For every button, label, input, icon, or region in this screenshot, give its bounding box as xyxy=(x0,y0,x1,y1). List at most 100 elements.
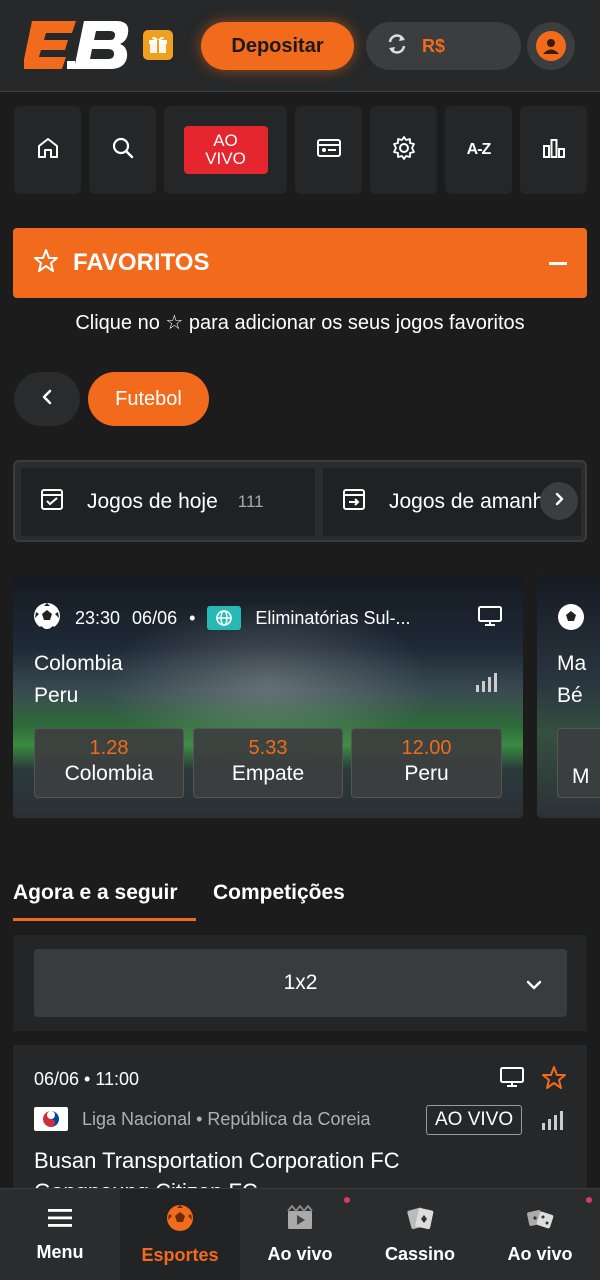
home-button[interactable] xyxy=(14,106,81,194)
tv-icon[interactable] xyxy=(477,604,503,633)
games-tabs: Jogos de hoje 111 Jogos de amanhã xyxy=(13,460,587,542)
back-button[interactable] xyxy=(14,372,80,426)
live-badge-line2: VIVO xyxy=(205,149,246,168)
settings-button[interactable] xyxy=(370,106,437,194)
next-match-card[interactable]: Ma Bé M xyxy=(537,575,600,818)
refresh-icon[interactable] xyxy=(386,33,408,60)
odd-label: Empate xyxy=(231,762,305,785)
user-avatar[interactable] xyxy=(527,22,575,70)
nav-label: Ao vivo xyxy=(267,1244,333,1264)
app-header: Depositar R$ xyxy=(0,0,600,92)
live-badge-line1: AO xyxy=(213,131,238,150)
stats-button[interactable] xyxy=(520,106,587,194)
live-badge: AO VIVO xyxy=(183,126,268,174)
favorites-title: FAVORITOS xyxy=(73,249,210,276)
quick-nav: AO VIVO A-Z xyxy=(0,106,600,194)
tab-count: 111 xyxy=(237,492,264,511)
event-league: Liga Nacional • República da Coreia xyxy=(34,1107,370,1131)
tab-agora-seguir[interactable]: Agora e a seguir xyxy=(13,881,178,905)
home-team: Colombia xyxy=(34,652,123,675)
tv-icon[interactable] xyxy=(499,1065,525,1096)
favorites-hint: Clique no ☆ para adicionar os seus jogos… xyxy=(75,312,525,334)
featured-match-card[interactable]: 23:30 06/06 • Eliminatórias Sul-... Colo… xyxy=(13,575,523,818)
market-filter: 1x2 xyxy=(13,935,587,1031)
menu-icon xyxy=(47,1207,73,1234)
active-tab-indicator xyxy=(13,918,196,921)
live-badge: AO VIVO xyxy=(426,1105,523,1135)
chevron-down-icon xyxy=(525,973,543,997)
odd-value: 12.00 xyxy=(401,737,452,759)
balance-display[interactable]: R$ xyxy=(366,22,521,70)
event-actions xyxy=(499,1065,567,1096)
home-team: Ma xyxy=(557,652,587,675)
az-sports-button[interactable]: A-Z xyxy=(445,106,512,194)
nav-cassino[interactable]: Cassino xyxy=(360,1189,480,1280)
odd-label: Colombia xyxy=(64,762,154,785)
gear-icon xyxy=(391,135,417,166)
live-casino-icon xyxy=(526,1205,554,1236)
currency-label: R$ xyxy=(422,35,446,56)
soccer-ball-icon xyxy=(557,603,585,636)
nav-label: Cassino xyxy=(384,1244,456,1264)
odd-value: 5.33 xyxy=(248,737,288,759)
betslip-button[interactable] xyxy=(295,106,362,194)
korea-flag-icon xyxy=(34,1107,68,1131)
market-select[interactable]: 1x2 xyxy=(34,949,567,1017)
nav-label: Menu xyxy=(36,1242,84,1262)
gift-icon[interactable] xyxy=(143,30,173,60)
live-button[interactable]: AO VIVO xyxy=(164,106,287,194)
odd-button-home[interactable]: M xyxy=(557,728,600,798)
deposit-button[interactable]: Depositar xyxy=(201,22,354,70)
ticket-icon xyxy=(315,136,343,165)
star-icon xyxy=(33,248,59,279)
nav-ao-vivo-cassino[interactable]: Ao vivo xyxy=(480,1189,600,1280)
soccer-ball-icon xyxy=(33,602,61,635)
meta-separator: • xyxy=(189,607,196,628)
sport-chip-futebol[interactable]: Futebol xyxy=(88,372,209,426)
nav-esportes[interactable]: Esportes xyxy=(120,1189,240,1280)
odd-button-draw[interactable]: 5.33 Empate xyxy=(193,728,343,798)
live-video-icon xyxy=(286,1204,314,1236)
chevron-right-icon xyxy=(553,491,565,512)
tab-label: Jogos de hoje xyxy=(87,490,218,513)
odd-button-home[interactable]: 1.28 Colombia xyxy=(34,728,184,798)
market-value: 1x2 xyxy=(283,971,318,994)
signal-bars-icon[interactable] xyxy=(475,671,501,698)
casino-icon xyxy=(406,1205,434,1236)
nav-label: Ao vivo xyxy=(507,1244,573,1264)
scroll-right-button[interactable] xyxy=(540,482,578,520)
nav-ao-vivo[interactable]: Ao vivo xyxy=(240,1189,360,1280)
odd-label: M xyxy=(572,765,590,788)
signal-bars-icon[interactable] xyxy=(541,1109,567,1136)
notification-dot xyxy=(586,1197,592,1203)
odd-button-away[interactable]: 12.00 Peru xyxy=(351,728,502,798)
away-team: Peru xyxy=(34,684,79,707)
nav-label: Esportes xyxy=(141,1245,219,1265)
match-time: 23:30 xyxy=(75,607,121,628)
tab-jogos-hoje[interactable]: Jogos de hoje 111 xyxy=(21,468,315,536)
event-home-team: Busan Transportation Corporation FC xyxy=(34,1148,400,1173)
az-label: A-Z xyxy=(466,141,492,158)
calendar-check-icon xyxy=(39,486,65,518)
user-icon xyxy=(536,31,566,61)
league-name: Liga Nacional • República da Coreia xyxy=(82,1108,371,1129)
collapse-icon[interactable] xyxy=(549,261,567,265)
notification-dot xyxy=(344,1197,350,1203)
nav-menu[interactable]: Menu xyxy=(0,1189,120,1280)
favorites-header[interactable]: FAVORITOS xyxy=(13,228,587,298)
odd-label: Peru xyxy=(404,762,449,785)
soccer-ball-icon xyxy=(166,1204,194,1237)
event-row[interactable]: 06/06 • 11:00 Liga Nacional • República … xyxy=(13,1045,587,1205)
brand-logo[interactable] xyxy=(22,17,132,73)
tab-competicoes[interactable]: Competições xyxy=(213,881,345,905)
away-team: Bé xyxy=(557,684,583,707)
home-icon xyxy=(35,135,61,166)
odd-value: 1.28 xyxy=(89,737,129,759)
search-button[interactable] xyxy=(89,106,156,194)
globe-icon xyxy=(207,606,242,630)
bar-chart-icon xyxy=(541,136,567,165)
tab-label: Jogos de amanhã xyxy=(389,490,556,513)
star-icon[interactable] xyxy=(541,1065,567,1096)
bottom-nav: Menu Esportes Ao vivo Cassino Ao vivo xyxy=(0,1188,600,1280)
event-datetime: 06/06 • 11:00 xyxy=(34,1069,140,1089)
